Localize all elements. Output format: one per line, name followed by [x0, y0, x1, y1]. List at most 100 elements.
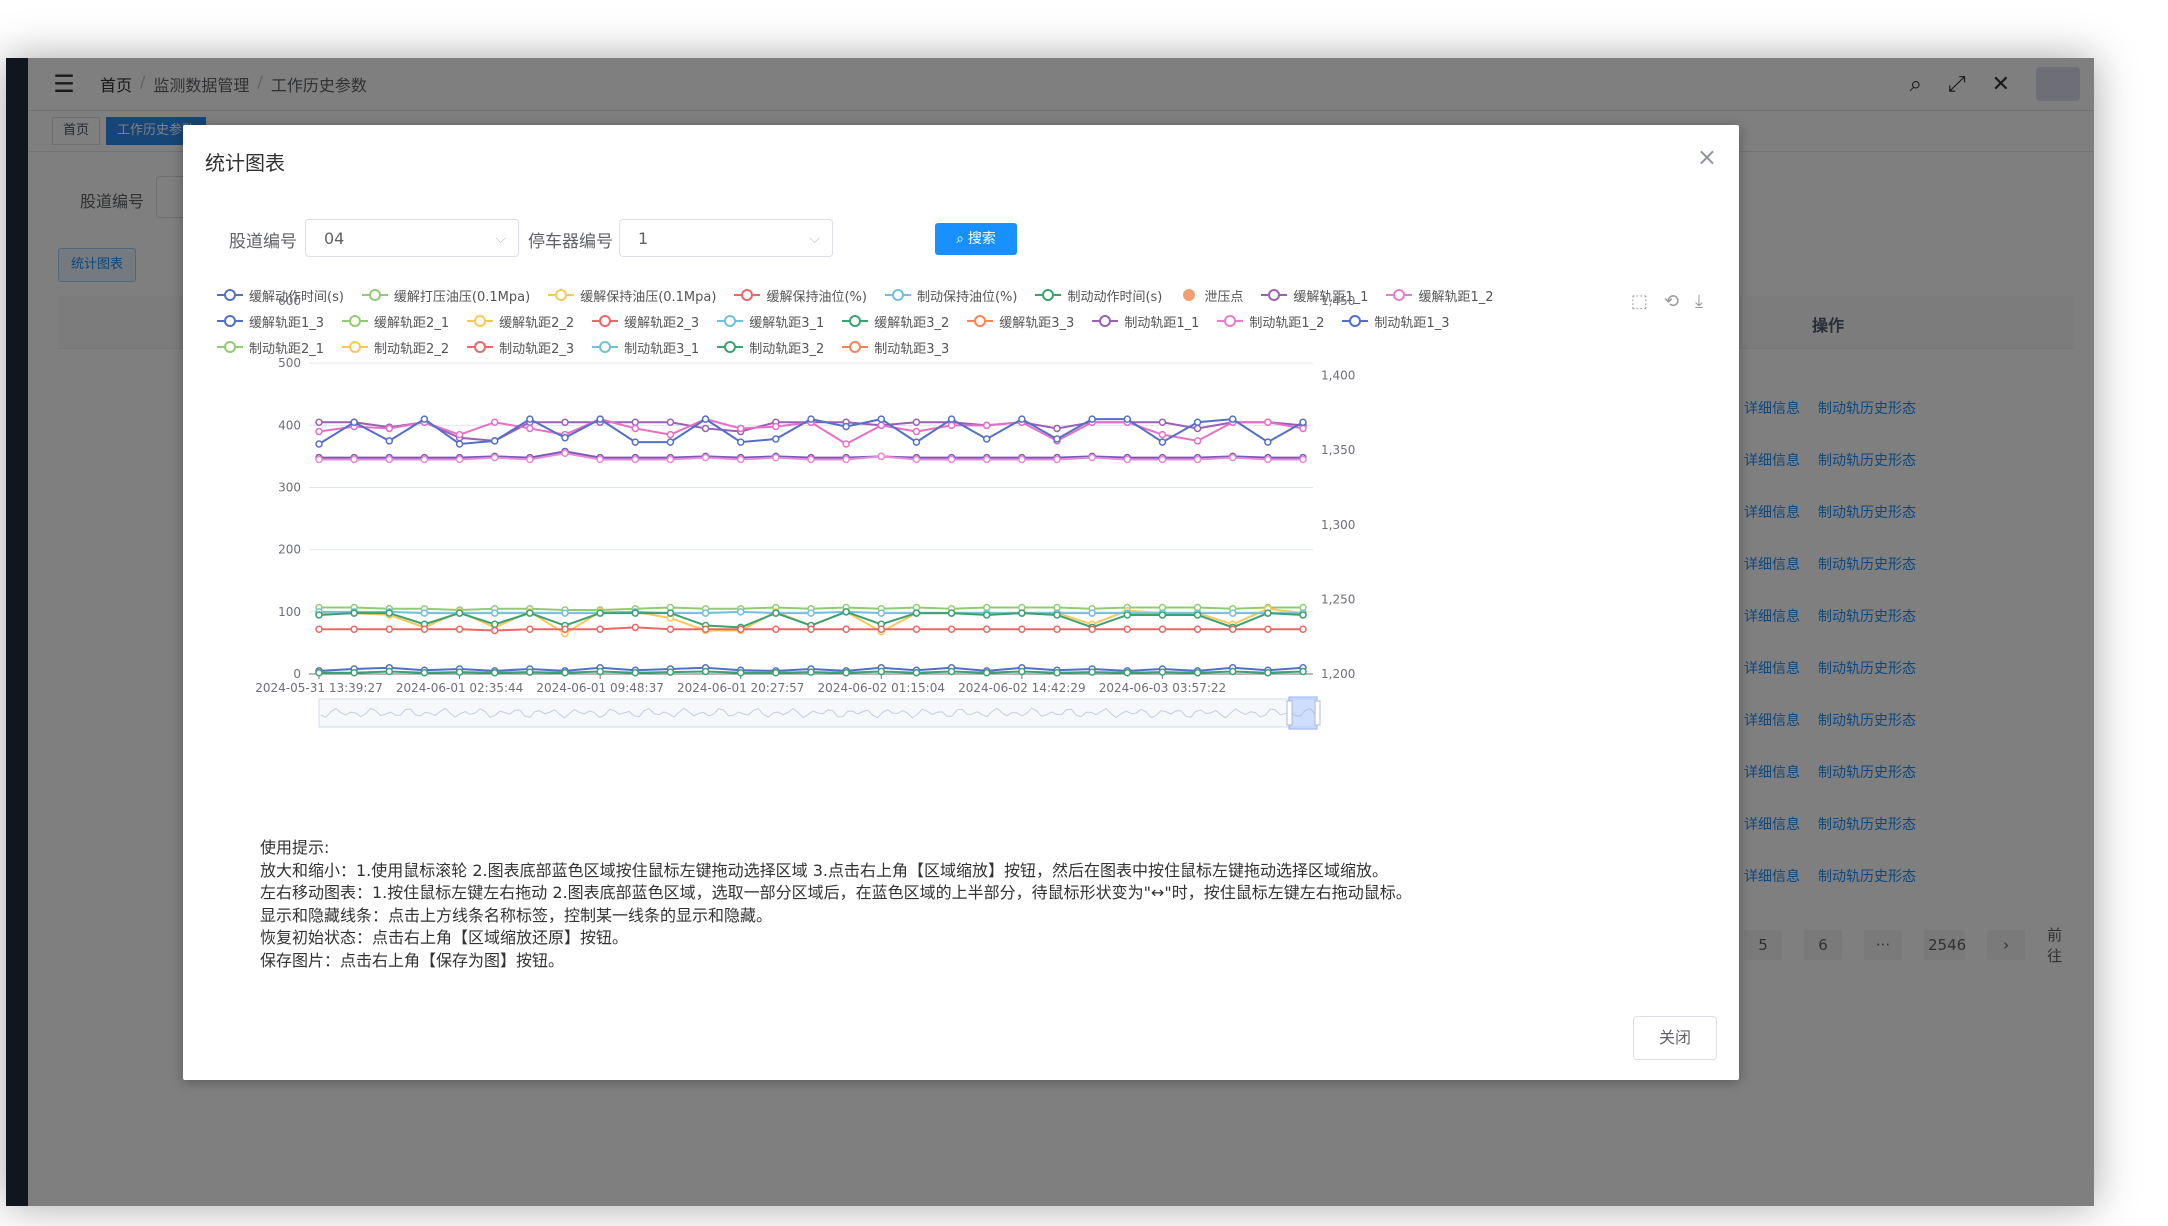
- data-point: [666, 418, 675, 426]
- data-point: [1264, 609, 1272, 617]
- data-point: [631, 418, 640, 426]
- x-tick-label: 2024-06-01 20:27:57: [677, 681, 804, 695]
- data-point: [596, 625, 604, 633]
- data-point: [1299, 625, 1307, 633]
- data-point: [350, 609, 358, 617]
- data-point: [1053, 625, 1061, 633]
- data-point: [947, 415, 956, 423]
- data-point: [631, 609, 640, 617]
- data-point: [561, 449, 569, 458]
- data-point: [596, 667, 604, 676]
- data-point: [385, 667, 394, 676]
- y2-tick-label: 1,200: [1321, 667, 1355, 681]
- data-point: [420, 669, 429, 677]
- data-point: [455, 455, 464, 464]
- y-tick-label: 300: [278, 481, 301, 495]
- hint-line: 显示和隐藏线条：点击上方线条名称标签，控制某一线条的显示和隐藏。: [260, 905, 773, 925]
- data-point: [772, 609, 780, 617]
- data-point: [315, 669, 323, 677]
- data-point: [455, 625, 464, 633]
- data-point: [1299, 424, 1307, 433]
- data-point: [315, 440, 323, 448]
- data-point: [1193, 455, 1202, 464]
- data-point: [1053, 435, 1061, 443]
- data-point: [420, 625, 429, 633]
- data-point: [701, 424, 710, 433]
- data-point: [1088, 415, 1096, 423]
- y2-tick-label: 1,300: [1321, 518, 1355, 532]
- data-point: [561, 625, 569, 633]
- data-point: [526, 668, 534, 676]
- data-point: [1158, 668, 1167, 676]
- data-point: [1018, 609, 1026, 617]
- data-point: [420, 455, 429, 464]
- data-point: [490, 609, 499, 617]
- data-point: [350, 455, 358, 464]
- data-point: [1018, 667, 1026, 676]
- data-point: [912, 609, 921, 617]
- y-tick-label: 0: [293, 667, 301, 681]
- data-point: [982, 669, 991, 677]
- data-point: [736, 438, 745, 446]
- data-point: [561, 609, 569, 617]
- data-point: [877, 421, 886, 430]
- data-point: [947, 625, 956, 633]
- y2-tick-label: 1,400: [1321, 369, 1355, 383]
- data-point: [1193, 611, 1202, 619]
- data-point: [982, 611, 991, 619]
- data-point: [877, 415, 886, 423]
- data-point: [561, 418, 569, 426]
- data-point: [1123, 611, 1132, 619]
- data-point: [350, 625, 358, 633]
- data-point: [736, 669, 745, 677]
- data-point: [1193, 669, 1202, 677]
- data-point: [1158, 455, 1167, 464]
- data-point: [526, 424, 534, 433]
- data-point: [842, 440, 850, 448]
- data-point: [947, 421, 956, 430]
- data-point: [947, 609, 956, 617]
- data-point: [807, 455, 815, 464]
- data-point: [1264, 625, 1272, 633]
- data-point: [631, 438, 640, 446]
- data-point: [666, 609, 675, 617]
- data-point: [1264, 669, 1272, 677]
- y-tick-label: 500: [278, 356, 301, 370]
- data-point: [1299, 418, 1307, 426]
- data-point: [455, 440, 464, 448]
- data-point: [947, 455, 956, 464]
- hint-line: 左右移动图表：1.按住鼠标左键左右拖动 2.图表底部蓝色区域，选取一部分区域后，…: [260, 883, 1412, 903]
- y2-tick-label: 1,250: [1321, 592, 1355, 606]
- data-point: [385, 625, 394, 633]
- data-point: [912, 625, 921, 633]
- data-point: [420, 415, 429, 423]
- hint-line: 保存图片：点击右上角【保存为图】按钮。: [260, 950, 565, 970]
- data-point: [912, 455, 921, 464]
- close-button[interactable]: 关闭: [1633, 1016, 1717, 1060]
- data-point: [1193, 437, 1202, 445]
- data-point: [1123, 669, 1132, 677]
- data-point: [1053, 424, 1061, 433]
- data-point: [1088, 453, 1096, 462]
- data-point: [315, 427, 323, 436]
- data-point: [736, 424, 745, 433]
- y-tick-label: 400: [278, 418, 301, 432]
- data-point: [666, 625, 675, 633]
- line-chart: 0 100 200 300 400 500 600 1,200 1,250 1,300 1,350 1…: [255, 294, 1355, 730]
- data-point: [561, 434, 569, 442]
- y-tick-label: 600: [278, 294, 301, 308]
- data-point: [1053, 669, 1061, 677]
- data-point: [385, 424, 394, 433]
- data-point: [736, 608, 745, 616]
- data-point: [912, 669, 921, 677]
- data-point: [1228, 667, 1237, 676]
- data-point: [1228, 609, 1237, 617]
- data-point: [315, 625, 323, 633]
- data-point: [982, 421, 991, 430]
- data-point: [982, 455, 991, 464]
- data-point: [912, 427, 921, 436]
- data-point: [1018, 625, 1026, 633]
- data-point: [772, 435, 780, 443]
- data-point: [982, 435, 991, 443]
- x-tick-label: 2024-06-01 02:35:44: [396, 681, 523, 695]
